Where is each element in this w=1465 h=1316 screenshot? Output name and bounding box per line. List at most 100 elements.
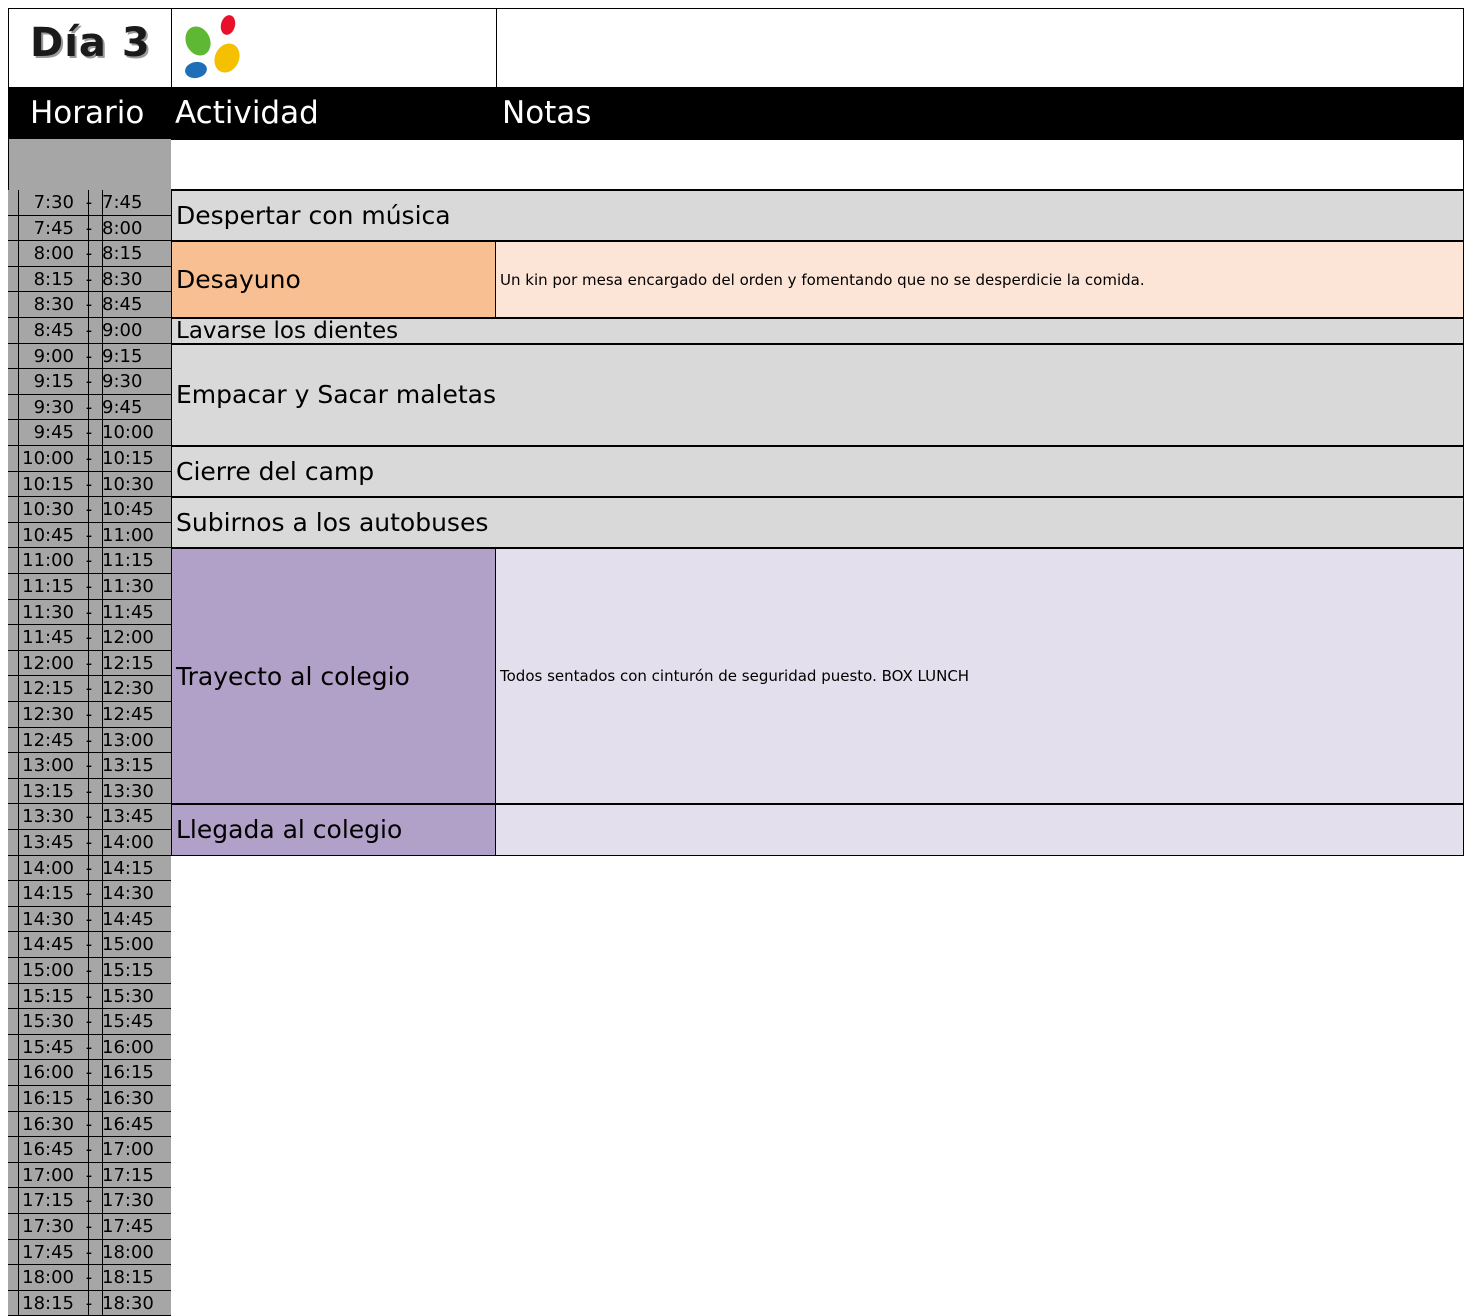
time-start: 16:15 — [22, 1088, 74, 1109]
time-separator: - — [85, 1164, 93, 1186]
time-start: 12:30 — [22, 704, 74, 725]
time-row: 9:45-10:00 — [8, 420, 171, 446]
time-end: 8:00 — [102, 217, 143, 239]
time-separator: - — [85, 908, 93, 930]
time-end: 18:00 — [102, 1241, 154, 1263]
time-end: 18:15 — [102, 1267, 154, 1289]
time-end: 13:30 — [102, 780, 154, 802]
time-end: 14:30 — [102, 883, 154, 905]
time-start: 18:15 — [22, 1292, 74, 1314]
time-separator: - — [85, 524, 93, 546]
time-separator: - — [85, 729, 93, 751]
time-end: 11:00 — [102, 524, 154, 546]
time-separator: - — [85, 550, 93, 572]
time-start: 15:00 — [22, 960, 74, 981]
time-separator: - — [85, 576, 93, 597]
time-row: 9:30-9:45 — [8, 394, 171, 421]
time-row: 13:30-13:45 — [8, 804, 171, 830]
time-row: 11:30-11:45 — [8, 599, 171, 626]
time-start: 8:45 — [33, 320, 74, 341]
time-start: 9:00 — [33, 345, 74, 367]
time-end: 16:00 — [102, 1036, 154, 1058]
time-row: 16:15-16:30 — [8, 1086, 171, 1112]
time-row: 15:00-15:15 — [8, 958, 171, 984]
time-separator: - — [85, 422, 93, 444]
time-row: 13:45-14:00 — [8, 830, 171, 856]
activity-cell: Empacar y Sacar maletas — [171, 343, 1464, 446]
time-end: 14:45 — [102, 908, 154, 930]
time-row: 8:00-8:15 — [8, 241, 171, 267]
time-row: 13:00-13:15 — [8, 753, 171, 779]
time-separator: - — [85, 268, 93, 290]
time-end: 9:15 — [102, 345, 143, 367]
time-start: 15:30 — [22, 1011, 74, 1033]
time-start: 14:45 — [22, 934, 74, 956]
time-separator: - — [85, 371, 93, 393]
note-cell — [496, 804, 1464, 856]
time-end: 8:30 — [102, 268, 143, 290]
time-separator: - — [85, 217, 93, 239]
subheader-gray-cell — [8, 139, 171, 190]
time-row: 12:30-12:45 — [8, 702, 171, 728]
notas-header: Notas — [502, 95, 592, 131]
time-start: 9:15 — [33, 371, 74, 393]
time-separator: - — [85, 678, 93, 700]
time-start: 8:00 — [33, 243, 74, 265]
time-end: 15:30 — [102, 985, 154, 1007]
time-row: 10:30-10:45 — [8, 497, 171, 523]
time-row: 14:45-15:00 — [8, 932, 171, 958]
time-start: 11:45 — [22, 627, 74, 649]
time-end: 12:30 — [102, 678, 154, 700]
time-row: 10:15-10:30 — [8, 471, 171, 498]
time-end: 11:15 — [102, 550, 154, 572]
time-end: 16:45 — [102, 1113, 154, 1135]
time-start: 13:45 — [22, 832, 74, 853]
time-row: 11:15-11:30 — [8, 574, 171, 600]
time-end: 11:45 — [102, 601, 154, 623]
time-separator: - — [85, 294, 93, 316]
time-start: 7:45 — [33, 217, 74, 239]
time-separator: - — [85, 499, 93, 521]
time-start: 10:15 — [22, 473, 74, 495]
time-start: 9:45 — [33, 422, 74, 444]
time-separator: - — [85, 192, 93, 213]
time-end: 13:00 — [102, 729, 154, 751]
blank-header-cell — [496, 8, 1464, 88]
time-start: 11:15 — [22, 576, 74, 597]
time-row: 8:15-8:30 — [8, 266, 171, 293]
time-end: 12:00 — [102, 627, 154, 649]
note-cell: Todos sentados con cinturón de seguridad… — [496, 548, 1464, 805]
time-end: 12:15 — [102, 652, 154, 674]
time-end: 15:15 — [102, 960, 154, 981]
time-start: 14:30 — [22, 908, 74, 930]
time-start: 13:15 — [22, 780, 74, 802]
time-separator: - — [85, 1216, 93, 1237]
time-end: 10:30 — [102, 473, 154, 495]
time-separator: - — [85, 1241, 93, 1263]
activity-cell: Lavarse los dientes — [171, 318, 1464, 344]
time-separator: - — [85, 857, 93, 879]
activity-cell: Subirnos a los autobuses — [171, 497, 1464, 549]
time-end: 9:45 — [102, 396, 143, 418]
time-separator: - — [85, 345, 93, 367]
time-row: 14:30-14:45 — [8, 906, 171, 933]
time-row: 12:15-12:30 — [8, 676, 171, 702]
time-separator: - — [85, 1062, 93, 1084]
time-end: 17:30 — [102, 1190, 154, 1212]
time-row: 14:15-14:30 — [8, 881, 171, 907]
time-end: 18:30 — [102, 1292, 154, 1314]
time-separator: - — [85, 1036, 93, 1058]
time-row: 16:30-16:45 — [8, 1111, 171, 1138]
time-row: 16:45-17:00 — [8, 1137, 171, 1163]
time-end: 10:00 — [102, 422, 154, 444]
time-start: 9:30 — [33, 396, 74, 418]
time-start: 8:15 — [33, 268, 74, 290]
activity-cell: Despertar con música — [171, 190, 1464, 242]
time-row: 18:00-18:15 — [8, 1265, 171, 1291]
time-end: 13:15 — [102, 755, 154, 777]
time-row: 13:15-13:30 — [8, 778, 171, 805]
time-end: 15:00 — [102, 934, 154, 956]
time-start: 16:30 — [22, 1113, 74, 1135]
time-start: 12:00 — [22, 652, 74, 674]
time-start: 15:15 — [22, 985, 74, 1007]
